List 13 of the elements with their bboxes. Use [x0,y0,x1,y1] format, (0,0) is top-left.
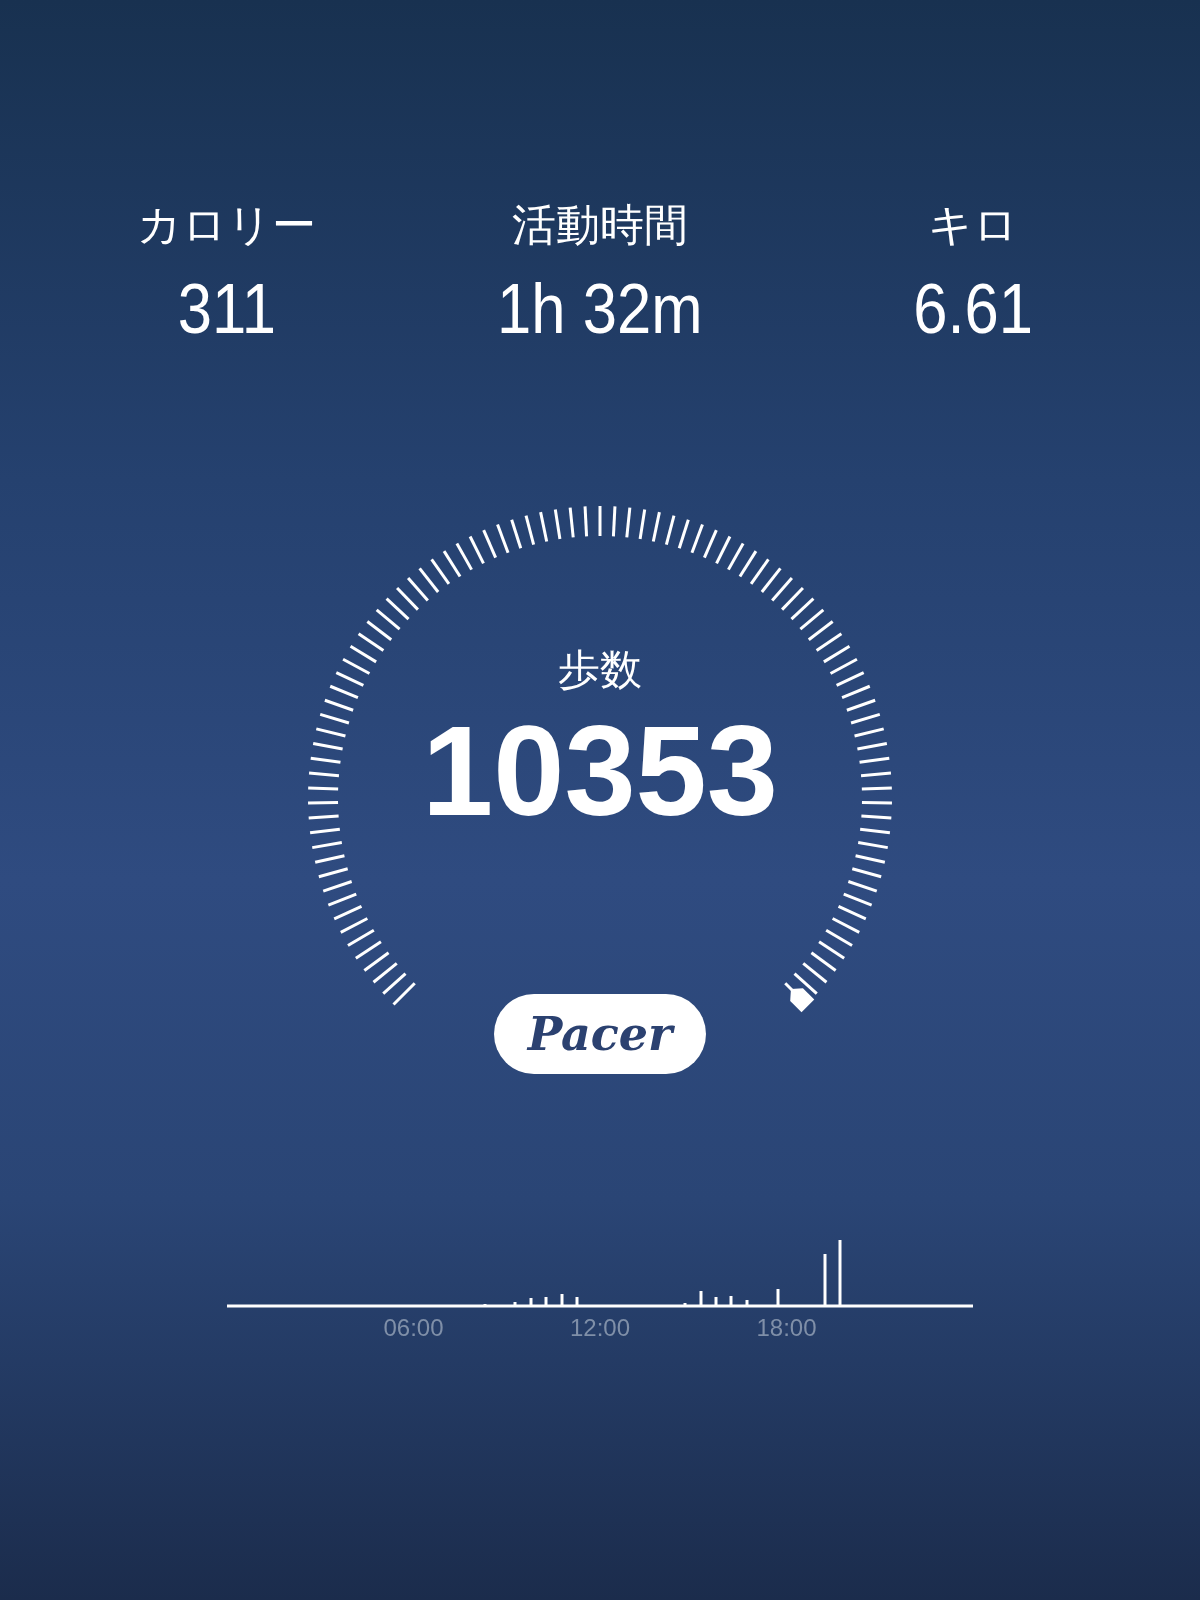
stat-label: カロリー [137,199,317,251]
logo-badge: Pacer [494,994,706,1074]
stat-value: 311 [177,269,276,350]
time-label: 18:00 [756,1314,817,1342]
stat-value: 6.61 [913,269,1034,350]
stat-label: キロ [928,199,1019,251]
time-label: 12:00 [569,1314,631,1342]
steps-label: 歩数 [558,645,642,695]
stat-value: 1h 32m [497,269,703,350]
time-label: 06:00 [383,1314,444,1342]
stat-label: 活動時間 [512,199,688,251]
progress-marker-icon [790,988,815,1013]
steps-count: 10353 [422,706,778,836]
